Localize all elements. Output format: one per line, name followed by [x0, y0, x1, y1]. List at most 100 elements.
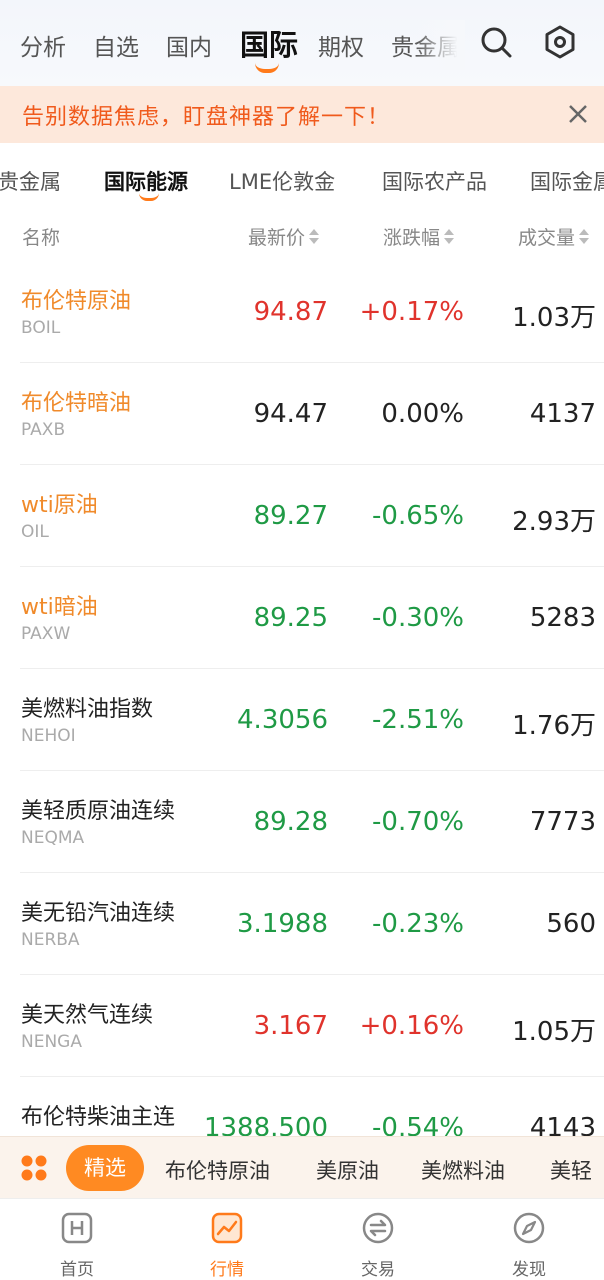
row-volume: 1.05万 — [512, 1017, 596, 1047]
close-icon[interactable] — [562, 98, 594, 130]
promo-banner[interactable]: 告别数据焦虑，盯盘神器了解一下！ — [0, 86, 604, 143]
compass-icon — [512, 1211, 546, 1245]
category-tabs: 贵金属 国际能源 LME伦敦金 国际农产品 国际金属 — [0, 143, 604, 209]
row-volume: 5283 — [529, 603, 596, 633]
row-name: wti原油 — [21, 493, 98, 518]
category-tab-intl-agri[interactable]: 国际农产品 — [382, 166, 487, 196]
table-row[interactable]: 美天然气连续 NENGA 3.167 +0.16% 1.05万 — [0, 975, 604, 1077]
top-nav: 分析 自选 国内 国际 期权 贵金属 — [0, 0, 604, 86]
row-change: -0.54% — [372, 1113, 464, 1136]
top-tab-analysis[interactable]: 分析 — [20, 28, 66, 62]
row-code: NENGA — [21, 1032, 82, 1052]
row-volume: 4143 — [529, 1113, 596, 1136]
bottom-nav-label: 发现 — [512, 1260, 546, 1280]
table-row[interactable]: wti暗油 PAXW 89.25 -0.30% 5283 — [0, 567, 604, 669]
promo-banner-text: 告别数据焦虑，盯盘神器了解一下！ — [22, 105, 391, 130]
row-price: 89.27 — [253, 501, 328, 531]
category-tab-intl-metals[interactable]: 国际金属 — [530, 166, 604, 196]
row-price: 3.1988 — [237, 909, 328, 939]
sort-icon — [444, 228, 455, 245]
row-name: 美燃料油指数 — [21, 697, 154, 722]
header-price[interactable]: 最新价 — [248, 223, 320, 250]
top-tab-domestic[interactable]: 国内 — [166, 28, 212, 62]
table-row[interactable]: 布伦特原油 BOIL 94.87 +0.17% 1.03万 — [0, 261, 604, 363]
table-row[interactable]: 美燃料油指数 NEHOI 4.3056 -2.51% 1.76万 — [0, 669, 604, 771]
grid-menu-icon[interactable] — [20, 1154, 48, 1182]
row-code: BOIL — [21, 318, 61, 338]
category-tab-precious-metals[interactable]: 贵金属 — [0, 166, 61, 196]
bottom-nav-trade[interactable]: 交易 — [338, 1211, 418, 1280]
row-volume: 7773 — [529, 807, 596, 837]
row-price: 94.47 — [253, 399, 328, 429]
row-code: NERBA — [21, 930, 80, 950]
tab-fade — [415, 20, 465, 70]
quick-filter-item[interactable]: 美燃料油 — [421, 1155, 505, 1185]
row-code: NEHOI — [21, 726, 76, 746]
row-code: NEQMA — [21, 828, 85, 848]
row-change: +0.17% — [359, 297, 464, 327]
row-volume: 1.03万 — [512, 303, 596, 333]
row-code: OIL — [21, 522, 49, 542]
top-tab-options[interactable]: 期权 — [318, 28, 364, 62]
sort-icon — [309, 228, 320, 245]
row-change: -2.51% — [372, 705, 464, 735]
header-volume[interactable]: 成交量 — [518, 223, 590, 250]
top-tab-watchlist[interactable]: 自选 — [93, 28, 139, 62]
quick-filter-item[interactable]: 布伦特原油 — [165, 1155, 270, 1185]
row-name: wti暗油 — [21, 595, 98, 620]
quick-filter-item[interactable]: 美原油 — [316, 1155, 379, 1185]
category-tab-intl-energy[interactable]: 国际能源 — [104, 166, 188, 196]
header-name: 名称 — [22, 227, 61, 249]
row-name: 美轻质原油连续 — [21, 799, 176, 824]
row-price: 4.3056 — [237, 705, 328, 735]
row-price: 1388.500 — [203, 1113, 328, 1136]
trade-exchange-icon — [361, 1211, 395, 1245]
quick-filter-featured[interactable]: 精选 — [66, 1145, 144, 1191]
quick-filter-item[interactable]: 美轻 — [550, 1155, 592, 1185]
bottom-nav-label: 首页 — [60, 1260, 94, 1280]
table-row[interactable]: wti原油 OIL 89.27 -0.65% 2.93万 — [0, 465, 604, 567]
row-price: 3.167 — [253, 1011, 328, 1041]
active-category-indicator — [139, 193, 159, 201]
row-change: -0.70% — [372, 807, 464, 837]
top-tab-international[interactable]: 国际 — [240, 22, 298, 64]
bottom-nav-market[interactable]: 行情 — [187, 1211, 267, 1280]
row-code: PAXW — [21, 624, 71, 644]
table-row[interactable]: 布伦特暗油 PAXB 94.47 0.00% 4137 — [0, 363, 604, 465]
row-change: 0.00% — [381, 399, 464, 429]
row-price: 89.25 — [253, 603, 328, 633]
header-change[interactable]: 涨跌幅 — [383, 223, 455, 250]
home-icon — [60, 1211, 94, 1245]
row-name: 美无铅汽油连续 — [21, 901, 176, 926]
row-name: 布伦特暗油 — [21, 391, 132, 416]
table-header: 名称 最新价 涨跌幅 成交量 — [0, 209, 604, 261]
row-change: -0.30% — [372, 603, 464, 633]
row-name: 美天然气连续 — [21, 1003, 154, 1028]
quick-filter-bar: 精选 布伦特原油 美原油 美燃料油 美轻 — [0, 1136, 604, 1198]
row-price: 94.87 — [253, 297, 328, 327]
row-volume: 1.76万 — [512, 711, 596, 741]
row-volume: 560 — [546, 909, 596, 939]
row-name: 布伦特柴油主连 — [21, 1105, 176, 1130]
hexagon-settings-icon[interactable] — [542, 24, 578, 60]
bottom-nav-home[interactable]: 首页 — [37, 1211, 117, 1280]
market-chart-icon — [210, 1211, 244, 1245]
category-tab-lme[interactable]: LME伦敦金 — [229, 166, 335, 196]
sort-icon — [579, 228, 590, 245]
row-name: 布伦特原油 — [21, 289, 132, 314]
row-code: PAXB — [21, 420, 66, 440]
bottom-nav: 首页 行情 交易 发现 — [0, 1198, 604, 1280]
row-price: 89.28 — [253, 807, 328, 837]
row-change: -0.23% — [372, 909, 464, 939]
row-volume: 2.93万 — [512, 507, 596, 537]
row-change: +0.16% — [359, 1011, 464, 1041]
table-row[interactable]: 美轻质原油连续 NEQMA 89.28 -0.70% 7773 — [0, 771, 604, 873]
bottom-nav-label: 行情 — [210, 1260, 244, 1280]
bottom-nav-label: 交易 — [361, 1260, 395, 1280]
bottom-nav-discover[interactable]: 发现 — [489, 1211, 569, 1280]
table-row[interactable]: 布伦特柴油主连 1388.500 -0.54% 4143 — [0, 1077, 604, 1136]
row-change: -0.65% — [372, 501, 464, 531]
table-row[interactable]: 美无铅汽油连续 NERBA 3.1988 -0.23% 560 — [0, 873, 604, 975]
row-volume: 4137 — [529, 399, 596, 429]
search-icon[interactable] — [478, 24, 514, 60]
